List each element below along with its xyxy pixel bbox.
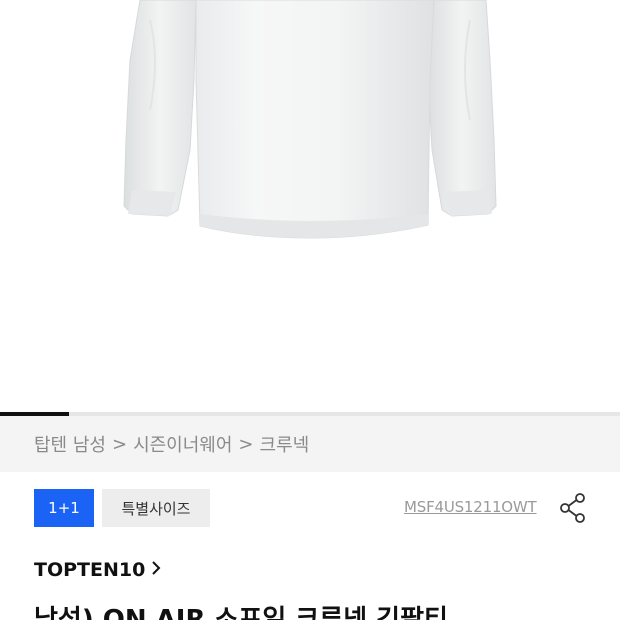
- promo-badge: 1+1: [34, 489, 94, 527]
- shirt-illustration: [123, 0, 497, 239]
- product-badges: 1+1 특별사이즈: [34, 489, 210, 527]
- breadcrumb: 탑텐 남성 > 시즌이너웨어 > 크루넥: [0, 416, 620, 472]
- breadcrumb-separator: >: [111, 433, 128, 455]
- chevron-right-icon: [151, 559, 161, 581]
- product-title: 남성) ON AIR 소프일 크루넥 긴팔티: [34, 605, 448, 620]
- brand-name: TOPTEN10: [34, 559, 146, 581]
- product-code[interactable]: MSF4US1211OWT: [404, 498, 537, 516]
- breadcrumb-item-topten-men[interactable]: 탑텐 남성: [34, 431, 106, 457]
- share-icon: [560, 493, 585, 523]
- breadcrumb-separator: >: [238, 433, 254, 455]
- product-image[interactable]: [0, 0, 620, 412]
- brand-link[interactable]: TOPTEN10: [34, 559, 161, 581]
- special-size-badge: 특별사이즈: [102, 489, 210, 527]
- share-button[interactable]: [558, 492, 588, 524]
- breadcrumb-item-season-innerwear[interactable]: 시즌이너웨어: [133, 431, 232, 457]
- breadcrumb-item-crewneck[interactable]: 크루넥: [260, 431, 310, 457]
